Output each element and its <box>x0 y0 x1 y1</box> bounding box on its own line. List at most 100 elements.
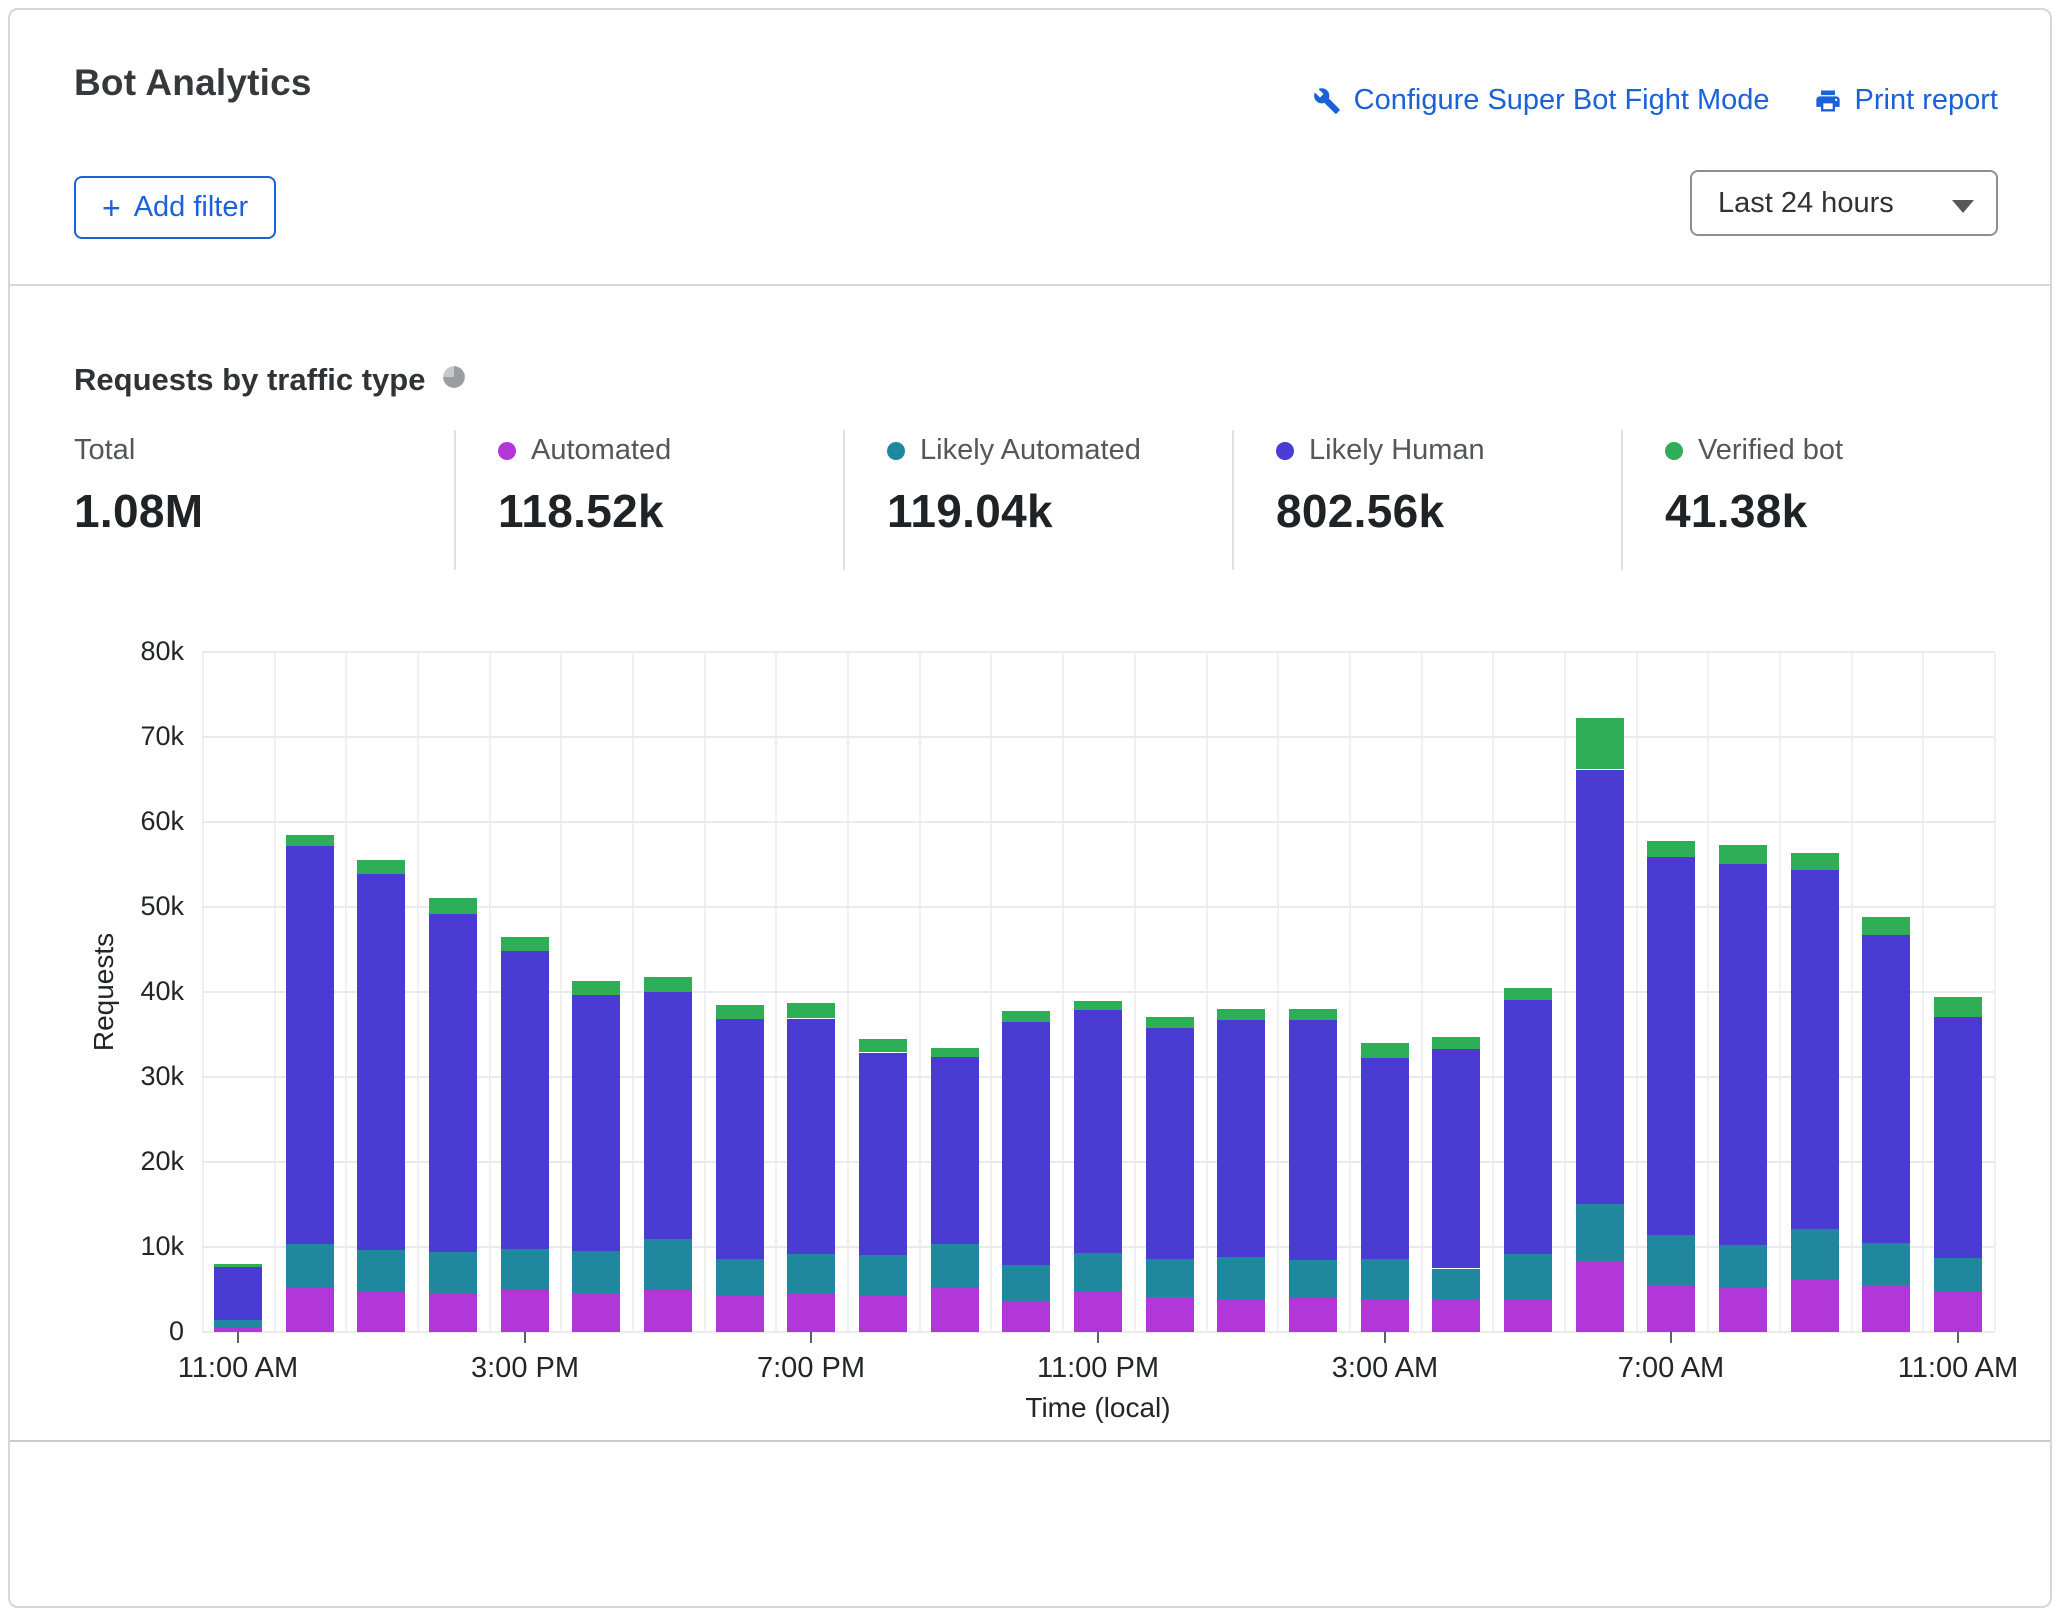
bar-segment-likely-automated <box>501 1248 549 1290</box>
bar-segment-automated <box>1289 1298 1337 1332</box>
stacked-bar-8-00-am <box>1719 844 1767 1332</box>
bar-segment-verified-bot <box>1217 1009 1265 1020</box>
add-filter-label: Add filter <box>134 191 248 224</box>
print-report-link[interactable]: Print report <box>1814 84 1998 117</box>
legend-dot <box>887 442 905 460</box>
horizontal-gridline <box>202 736 1994 738</box>
configure-super-bot-fight-mode-link[interactable]: Configure Super Bot Fight Mode <box>1313 84 1770 117</box>
x-axis-tick-mark <box>237 1332 239 1343</box>
bar-segment-likely-human <box>716 1019 764 1259</box>
bar-segment-likely-automated <box>1504 1254 1552 1299</box>
stat-value: 802.56k <box>1276 484 1621 538</box>
stacked-bar-8-00-pm <box>859 1039 907 1332</box>
section-title-label: Requests by traffic type <box>74 362 425 398</box>
section-bottom-divider <box>10 1440 2050 1442</box>
add-filter-button[interactable]: + Add filter <box>74 176 276 239</box>
bar-segment-likely-automated <box>1074 1253 1122 1292</box>
bar-segment-verified-bot <box>1504 988 1552 1000</box>
stacked-bar-2-00-pm <box>429 897 477 1332</box>
stacked-bar-4-00-pm <box>572 980 620 1332</box>
y-axis-tick-label: 0 <box>84 1316 184 1347</box>
x-axis-tick-label: 11:00 AM <box>148 1352 328 1385</box>
stat-value: 1.08M <box>74 484 454 538</box>
bar-segment-likely-human <box>501 951 549 1249</box>
stacked-bar-12-00-pm <box>286 834 334 1332</box>
x-axis-tick-label: 3:00 AM <box>1295 1352 1475 1385</box>
bar-segment-likely-human <box>931 1057 979 1244</box>
bar-segment-automated <box>429 1294 477 1332</box>
stat-value: 119.04k <box>887 484 1232 538</box>
stacked-bar-2-00-am <box>1289 1009 1337 1332</box>
bar-segment-verified-bot <box>1719 845 1767 864</box>
bar-segment-verified-bot <box>214 1264 262 1267</box>
bar-segment-likely-human <box>1361 1058 1409 1259</box>
stat-automated: Automated118.52k <box>454 430 843 570</box>
stacked-bar-3-00-am <box>1361 1042 1409 1332</box>
bar-segment-verified-bot <box>931 1048 979 1057</box>
bar-segment-likely-automated <box>1934 1258 1982 1292</box>
bar-segment-likely-human <box>644 992 692 1239</box>
y-axis-tick-label: 10k <box>84 1231 184 1262</box>
bar-segment-verified-bot <box>1289 1009 1337 1020</box>
bar-segment-automated <box>716 1295 764 1332</box>
bar-segment-automated <box>572 1293 620 1332</box>
bar-segment-likely-human <box>787 1019 835 1254</box>
stat-label: Verified bot <box>1698 434 1843 467</box>
stat-label: Likely Automated <box>920 434 1141 467</box>
stat-likely-automated: Likely Automated 119.04k <box>843 430 1232 570</box>
bar-segment-likely-automated <box>859 1254 907 1296</box>
bar-segment-automated <box>787 1293 835 1332</box>
x-axis-title: Time (local) <box>202 1392 1994 1424</box>
bot-analytics-card: Bot Analytics Configure Super Bot Fight … <box>8 8 2052 1608</box>
header-links: Configure Super Bot Fight Mode Print rep… <box>1313 84 1998 117</box>
bar-segment-likely-automated <box>1289 1260 1337 1298</box>
bar-segment-verified-bot <box>357 860 405 874</box>
bar-segment-automated <box>1002 1302 1050 1332</box>
bar-segment-likely-automated <box>1217 1257 1265 1300</box>
stat-likely-human: Likely Human 802.56k <box>1232 430 1621 570</box>
stacked-bar-10-00-am <box>1862 917 1910 1332</box>
bar-segment-likely-automated <box>1719 1245 1767 1288</box>
bar-segment-likely-automated <box>1791 1229 1839 1280</box>
x-axis-tick-mark <box>1097 1332 1099 1343</box>
bar-segment-likely-human <box>1074 1010 1122 1253</box>
bar-segment-likely-human <box>1576 770 1624 1204</box>
stacked-bar-4-00-am <box>1432 1037 1480 1332</box>
bar-segment-likely-automated <box>1647 1235 1695 1286</box>
x-axis-tick-label: 11:00 AM <box>1868 1352 2048 1385</box>
time-range-value: Last 24 hours <box>1718 187 1894 220</box>
bar-segment-verified-bot <box>429 898 477 914</box>
time-range-dropdown[interactable]: Last 24 hours <box>1690 170 1998 236</box>
configure-link-label: Configure Super Bot Fight Mode <box>1354 84 1770 117</box>
legend-dot <box>498 442 516 460</box>
legend-dot <box>1276 442 1294 460</box>
bar-segment-verified-bot <box>1432 1037 1480 1049</box>
bar-segment-automated <box>931 1287 979 1332</box>
printer-icon <box>1814 87 1842 115</box>
stat-verified-bot: Verified bot41.38k <box>1621 430 2010 570</box>
horizontal-gridline <box>202 651 1994 653</box>
bar-segment-likely-automated <box>1576 1203 1624 1262</box>
bar-segment-verified-bot <box>572 981 620 995</box>
section-title: Requests by traffic type <box>74 362 467 398</box>
stacked-bar-5-00-am <box>1504 987 1552 1332</box>
bar-segment-verified-bot <box>501 937 549 951</box>
y-axis-tick-label: 70k <box>84 721 184 752</box>
bar-segment-likely-automated <box>1361 1259 1409 1299</box>
bar-segment-verified-bot <box>1002 1011 1050 1022</box>
bar-segment-verified-bot <box>1576 718 1624 769</box>
bar-segment-likely-human <box>1432 1049 1480 1268</box>
stat-label: Likely Human <box>1309 434 1485 467</box>
bar-segment-likely-human <box>1791 869 1839 1229</box>
bar-segment-likely-human <box>1217 1020 1265 1257</box>
bar-segment-likely-human <box>1862 935 1910 1243</box>
bar-segment-verified-bot <box>1862 917 1910 935</box>
vertical-gridline <box>1994 652 1996 1332</box>
bar-segment-automated <box>1217 1300 1265 1332</box>
bar-segment-automated <box>1504 1299 1552 1332</box>
stacked-bar-11-00-am <box>214 1263 262 1332</box>
bar-segment-automated <box>644 1290 692 1332</box>
bar-segment-likely-human <box>572 995 620 1251</box>
bar-segment-verified-bot <box>716 1005 764 1019</box>
stacked-bar-12-00-am <box>1146 1016 1194 1332</box>
